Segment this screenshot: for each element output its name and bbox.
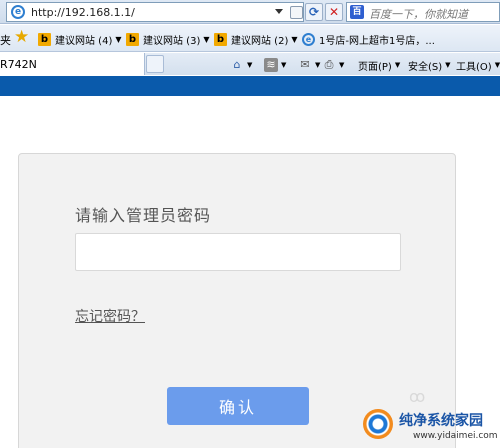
favorite-item-label: 建议网站 (3) <box>143 35 201 47</box>
tab-command-bar: R742N ⌂ ▼ ≋ ▼ ✉ ▼ ⎙ ▼ 页面(P) ▼ 安全(S) ▼ 工具… <box>0 53 500 75</box>
baidu-icon: 百 <box>350 5 364 19</box>
new-tab-button[interactable] <box>146 55 164 73</box>
login-card: 请输入管理员密码 忘记密码？ 确认 ꝏ <box>18 153 456 448</box>
favorite-item[interactable]: b 建议网站 (4) ▼ <box>38 31 122 47</box>
feeds-button[interactable]: ≋ ▼ <box>264 57 286 73</box>
address-dropdown-icon[interactable] <box>275 9 283 14</box>
b-icon: b <box>126 32 139 46</box>
chevron-down-icon: ▼ <box>494 61 500 69</box>
chevron-down-icon: ▼ <box>203 34 210 44</box>
confirm-button[interactable]: 确认 <box>167 387 309 425</box>
chevron-down-icon: ▼ <box>445 61 451 69</box>
refresh-button[interactable]: ⟳ <box>305 3 323 21</box>
ie-icon: e <box>302 32 315 46</box>
page-menu[interactable]: 页面(P) ▼ <box>358 57 400 73</box>
safety-menu[interactable]: 安全(S) ▼ <box>408 57 451 73</box>
watermark: 纯净系统家园 www.yidaimei.com <box>355 405 500 448</box>
b-icon: b <box>38 32 51 46</box>
favorites-bar: 夹 ★ b 建议网站 (4) ▼ b 建议网站 (3) ▼ b 建议网站 (2)… <box>0 25 500 52</box>
forgot-password-link[interactable]: 忘记密码？ <box>75 306 145 326</box>
tab-active[interactable]: R742N <box>0 53 145 75</box>
favorite-item-label: 1号店-网上超市1号店，... <box>319 35 435 47</box>
router-header-banner <box>0 76 500 96</box>
mail-icon: ✉ <box>300 58 310 71</box>
chevron-down-icon: ▼ <box>291 34 298 44</box>
chevron-down-icon: ▼ <box>115 34 122 44</box>
watermark-logo-icon <box>363 409 393 439</box>
home-button[interactable]: ⌂ ▼ <box>230 57 253 73</box>
favorite-item[interactable]: e 1号店-网上超市1号店，... <box>302 31 435 47</box>
search-placeholder[interactable]: 百度一下，你就知道 <box>369 6 468 22</box>
search-box[interactable]: 百 百度一下，你就知道 <box>346 2 500 22</box>
address-url[interactable]: http://192.168.1.1/ <box>31 6 135 19</box>
favorite-item-label: 建议网站 (4) <box>55 35 113 47</box>
b-icon: b <box>214 32 227 46</box>
watermark-url: www.yidaimei.com <box>413 431 498 441</box>
rss-icon: ≋ <box>264 58 278 72</box>
watermark-title: 纯净系统家园 <box>399 413 483 429</box>
page-menu-label: 页面(P) <box>358 61 392 73</box>
home-icon: ⌂ <box>233 58 241 71</box>
tools-menu-label: 工具(O) <box>456 61 492 73</box>
chevron-down-icon: ▼ <box>247 61 253 69</box>
login-title: 请输入管理员密码 <box>75 206 212 225</box>
chevron-down-icon: ▼ <box>339 61 345 69</box>
mail-button[interactable]: ✉ ▼ <box>298 57 320 73</box>
password-input[interactable] <box>75 233 401 271</box>
add-favorite-star-icon[interactable]: ★ <box>14 27 29 47</box>
compatibility-view-icon[interactable] <box>290 6 303 19</box>
chevron-down-icon: ▼ <box>315 61 321 69</box>
tools-menu[interactable]: 工具(O) ▼ <box>456 57 500 73</box>
safety-menu-label: 安全(S) <box>408 61 443 73</box>
address-bar[interactable]: e http://192.168.1.1/ <box>6 2 304 22</box>
print-button[interactable]: ⎙ ▼ <box>322 57 345 73</box>
ie-page-icon: e <box>11 5 25 19</box>
favorite-item[interactable]: b 建议网站 (2) ▼ <box>214 31 298 47</box>
favorite-item-label: 建议网站 (2) <box>231 35 289 47</box>
favorites-label[interactable]: 夹 <box>0 32 11 48</box>
stop-button[interactable]: ✕ <box>325 3 343 21</box>
chevron-down-icon: ▼ <box>281 61 287 69</box>
tab-label: R742N <box>0 58 37 71</box>
favorite-item[interactable]: b 建议网站 (3) ▼ <box>126 31 210 47</box>
chevron-down-icon: ▼ <box>394 61 401 69</box>
address-bar-row: e http://192.168.1.1/ ⟳ ✕ 百 百度一下，你就知道 <box>0 0 500 24</box>
printer-icon: ⎙ <box>324 58 334 71</box>
